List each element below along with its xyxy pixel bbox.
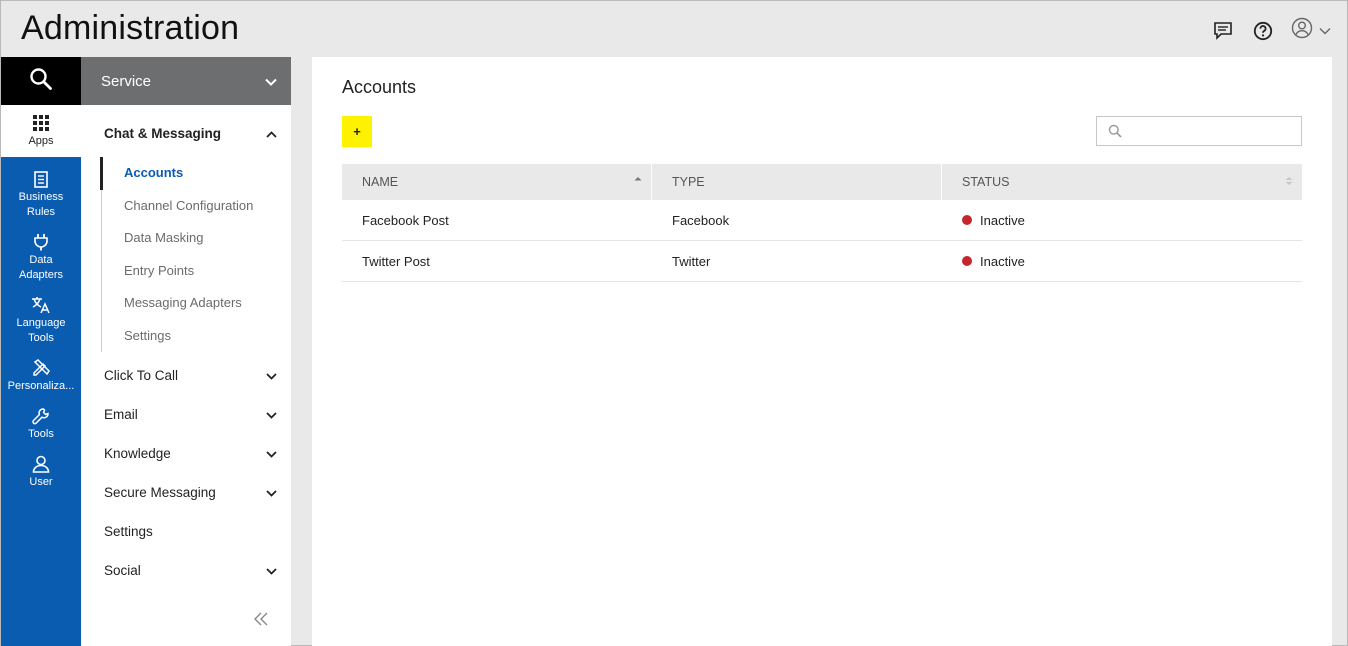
rail-item-tools[interactable]: Tools bbox=[1, 400, 81, 448]
status-dot bbox=[962, 256, 972, 266]
column-header-label: TYPE bbox=[672, 175, 705, 189]
chevron-down-icon bbox=[266, 446, 277, 461]
chevron-up-icon bbox=[266, 126, 277, 141]
chat-icon[interactable] bbox=[1211, 19, 1235, 43]
rail-item-user[interactable]: User bbox=[1, 448, 81, 496]
user-icon bbox=[1291, 17, 1313, 44]
rail-search-button[interactable] bbox=[1, 57, 81, 105]
nav-group-label: Secure Messaging bbox=[104, 485, 216, 500]
pencil-ruler-icon bbox=[32, 358, 50, 378]
user-icon bbox=[32, 454, 50, 474]
rail-item-label: Apps bbox=[28, 135, 54, 147]
rail-item-data-adapters[interactable]: Data Adapters bbox=[1, 226, 81, 289]
service-selector[interactable]: Service bbox=[81, 57, 291, 105]
nav-group-label: Social bbox=[104, 563, 141, 578]
column-header-name[interactable]: NAME bbox=[342, 164, 652, 200]
service-label: Service bbox=[101, 72, 152, 90]
side-navigation: Service Chat & Messaging Accounts Channe… bbox=[81, 57, 291, 646]
rail-item-label: Language Tools bbox=[16, 317, 66, 344]
nav-group-email[interactable]: Email bbox=[81, 395, 291, 434]
column-header-type[interactable]: TYPE bbox=[652, 164, 942, 200]
plug-icon bbox=[33, 232, 49, 252]
subnav-item-accounts[interactable]: Accounts bbox=[100, 157, 291, 190]
subnav-item-entry-points[interactable]: Entry Points bbox=[102, 255, 291, 288]
rail-item-personalization[interactable]: Personaliza... bbox=[1, 352, 81, 400]
column-header-label: NAME bbox=[362, 175, 399, 189]
document-icon bbox=[34, 169, 48, 189]
rail-item-apps[interactable]: Apps bbox=[1, 105, 81, 157]
translate-icon bbox=[31, 295, 51, 315]
sort-icon bbox=[1285, 175, 1293, 189]
help-icon[interactable] bbox=[1251, 19, 1275, 43]
cell-type: Twitter bbox=[672, 253, 711, 269]
status-label: Inactive bbox=[980, 212, 1025, 228]
search-icon bbox=[29, 67, 53, 96]
subnav-item-settings[interactable]: Settings bbox=[102, 320, 291, 353]
add-account-button[interactable]: + bbox=[342, 116, 372, 147]
chevron-down-icon bbox=[266, 368, 277, 383]
status-label: Inactive bbox=[980, 253, 1025, 269]
rail-item-business-rules[interactable]: Business Rules bbox=[1, 163, 81, 226]
chevron-down-icon bbox=[266, 563, 277, 578]
sort-ascending-icon bbox=[634, 175, 642, 189]
rail-item-label: Data Adapters bbox=[18, 254, 64, 281]
subnav-item-data-masking[interactable]: Data Masking bbox=[102, 222, 291, 255]
nav-group-label: Settings bbox=[104, 524, 153, 539]
subnav-item-messaging-adapters[interactable]: Messaging Adapters bbox=[102, 287, 291, 320]
chevron-down-icon bbox=[1319, 22, 1331, 40]
table-row[interactable]: Facebook Post Facebook Inactive bbox=[342, 200, 1302, 241]
rail-item-label: Tools bbox=[28, 428, 54, 440]
chevron-down-icon bbox=[266, 407, 277, 422]
wrench-icon bbox=[32, 406, 50, 426]
nav-group-click-to-call[interactable]: Click To Call bbox=[81, 356, 291, 395]
search-box[interactable] bbox=[1096, 116, 1302, 146]
main-panel: Accounts + NAME TYPE STATUS Facebook Pos… bbox=[312, 57, 1332, 646]
user-menu[interactable] bbox=[1291, 17, 1331, 44]
header-actions bbox=[1211, 17, 1331, 44]
table-row[interactable]: Twitter Post Twitter Inactive bbox=[342, 241, 1302, 282]
status-dot bbox=[962, 215, 972, 225]
cell-type: Facebook bbox=[672, 212, 730, 228]
column-header-status[interactable]: STATUS bbox=[942, 164, 1302, 200]
cell-name: Facebook Post bbox=[362, 212, 449, 228]
nav-group-label: Click To Call bbox=[104, 368, 179, 383]
nav-group-social[interactable]: Social bbox=[81, 551, 291, 590]
cell-status: Inactive bbox=[942, 241, 1302, 281]
nav-group-knowledge[interactable]: Knowledge bbox=[81, 434, 291, 473]
rail-item-label: User bbox=[29, 476, 53, 488]
nav-group-label: Knowledge bbox=[104, 446, 171, 461]
app-title: Administration bbox=[21, 9, 240, 47]
page-title: Accounts bbox=[342, 77, 417, 97]
collapse-sidebar-icon[interactable] bbox=[253, 612, 269, 631]
rail-item-label: Personaliza... bbox=[7, 380, 75, 392]
table-header: NAME TYPE STATUS bbox=[342, 164, 1302, 200]
cell-name: Twitter Post bbox=[362, 253, 430, 269]
nav-group-secure-messaging[interactable]: Secure Messaging bbox=[81, 473, 291, 512]
cell-status: Inactive bbox=[942, 200, 1302, 240]
chat-messaging-subnav: Accounts Channel Configuration Data Mask… bbox=[100, 157, 291, 353]
rail-item-label: Business Rules bbox=[18, 191, 64, 218]
top-bar: Administration bbox=[1, 1, 1347, 57]
search-icon bbox=[1108, 124, 1122, 143]
rail-item-language-tools[interactable]: Language Tools bbox=[1, 289, 81, 352]
nav-group-settings[interactable]: Settings bbox=[81, 512, 291, 551]
grid-icon bbox=[33, 113, 49, 133]
nav-group-chat-messaging[interactable]: Chat & Messaging bbox=[81, 105, 291, 157]
column-header-label: STATUS bbox=[962, 175, 1010, 189]
app-rail: Apps Business Rules Data Adapters Langua… bbox=[1, 57, 81, 646]
accounts-table: NAME TYPE STATUS Facebook Post Facebook … bbox=[342, 164, 1302, 282]
search-input[interactable] bbox=[1129, 119, 1297, 143]
chevron-down-icon bbox=[266, 485, 277, 500]
subnav-item-channel-configuration[interactable]: Channel Configuration bbox=[102, 190, 291, 223]
nav-group-label: Chat & Messaging bbox=[104, 125, 222, 141]
nav-group-label: Email bbox=[104, 407, 138, 422]
chevron-down-icon bbox=[265, 73, 277, 90]
